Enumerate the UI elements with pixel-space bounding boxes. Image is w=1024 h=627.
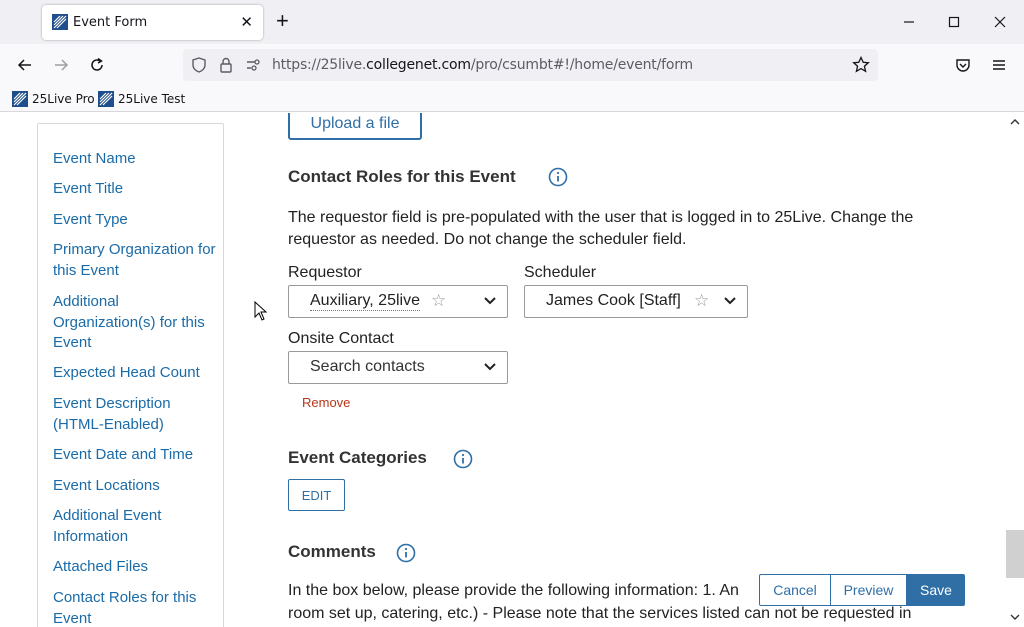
cancel-button[interactable]: Cancel: [759, 574, 831, 606]
reload-icon[interactable]: [85, 53, 109, 77]
info-icon[interactable]: [396, 543, 416, 563]
scroll-down-icon[interactable]: [1010, 613, 1020, 621]
sidebar-item-event-title[interactable]: Event Title: [53, 179, 218, 200]
sidebar-item-date-time[interactable]: Event Date and Time: [53, 445, 218, 466]
scroll-up-icon[interactable]: [1010, 118, 1020, 126]
forward-icon[interactable]: [49, 53, 73, 77]
form-action-bar: Cancel Preview Save: [759, 574, 965, 606]
info-icon[interactable]: [453, 449, 473, 469]
close-tab-icon[interactable]: ✕: [240, 13, 253, 31]
bookmark-label: 25Live Test: [118, 92, 186, 106]
tab-event-form[interactable]: Event Form ✕: [42, 5, 263, 40]
chevron-down-icon: [724, 297, 736, 305]
requestor-label: Requestor: [288, 264, 362, 281]
pocket-icon[interactable]: [951, 53, 975, 77]
form-section-nav: Event Name Event Title Event Type Primar…: [37, 123, 224, 627]
url-text: https://25live.collegenet.com/pro/csumbt…: [272, 57, 693, 73]
bookmark-star-icon[interactable]: [852, 56, 870, 74]
info-icon[interactable]: [548, 167, 568, 187]
upload-file-button[interactable]: Upload a file: [288, 113, 422, 140]
chevron-down-icon: [484, 363, 496, 371]
sidebar-item-event-name[interactable]: Event Name: [53, 149, 218, 170]
event-form-page: Event Name Event Title Event Type Primar…: [0, 113, 1024, 627]
tracking-protection-icon[interactable]: [191, 57, 207, 73]
favorite-star-icon[interactable]: ☆: [694, 291, 709, 311]
25live-logo-icon: [52, 14, 68, 30]
edit-categories-button[interactable]: EDIT: [288, 479, 345, 511]
save-button[interactable]: Save: [907, 574, 965, 606]
favorite-star-icon[interactable]: ☆: [431, 291, 446, 311]
new-tab-icon[interactable]: +: [276, 9, 289, 33]
sidebar-item-event-type[interactable]: Event Type: [53, 210, 218, 231]
minimize-icon[interactable]: [897, 10, 921, 34]
tab-title: Event Form: [73, 15, 148, 30]
sidebar-item-locations[interactable]: Event Locations: [53, 476, 218, 497]
event-categories-heading: Event Categories: [288, 448, 427, 467]
scheduler-select[interactable]: James Cook [Staff] ☆: [524, 285, 748, 318]
bookmark-label: 25Live Pro: [32, 92, 95, 106]
lock-icon[interactable]: [219, 57, 233, 73]
sidebar-item-additional-info[interactable]: Additional Event Information: [53, 506, 218, 547]
scheduler-value: James Cook [Staff]: [546, 292, 681, 309]
sidebar-item-primary-organization[interactable]: Primary Organization for this Event: [53, 240, 218, 281]
25live-logo-icon: [98, 91, 114, 107]
sidebar-item-attached-files[interactable]: Attached Files: [53, 557, 218, 578]
scheduler-label: Scheduler: [524, 264, 597, 281]
comments-heading: Comments: [288, 542, 376, 561]
sidebar-item-head-count[interactable]: Expected Head Count: [53, 363, 218, 384]
contact-roles-heading: Contact Roles for this Event: [288, 167, 516, 186]
chevron-down-icon: [484, 297, 496, 305]
remove-contact-link[interactable]: Remove: [302, 395, 350, 410]
menu-icon[interactable]: [987, 53, 1011, 77]
sidebar-item-event-description[interactable]: Event Description (HTML-Enabled): [53, 394, 218, 435]
close-window-icon[interactable]: [988, 10, 1012, 34]
bookmark-25live-pro[interactable]: 25Live Pro: [12, 91, 95, 107]
bookmarks-toolbar: 25Live Pro 25Live Test: [0, 86, 1024, 112]
bookmark-25live-test[interactable]: 25Live Test: [98, 91, 185, 107]
contact-roles-description: The requestor field is pre-populated wit…: [288, 209, 914, 248]
requestor-value: Auxiliary, 25live: [310, 292, 420, 311]
address-bar[interactable]: https://25live.collegenet.com/pro/csumbt…: [183, 49, 878, 81]
25live-logo-icon: [12, 91, 28, 107]
sidebar-item-contact-roles[interactable]: Contact Roles for this Event: [53, 588, 218, 627]
tab-strip: Event Form ✕ +: [0, 0, 1024, 44]
navigation-toolbar: https://25live.collegenet.com/pro/csumbt…: [0, 44, 1024, 86]
back-icon[interactable]: [13, 53, 37, 77]
scrollbar-thumb[interactable]: [1006, 530, 1024, 578]
preview-button[interactable]: Preview: [831, 574, 907, 606]
onsite-contact-label: Onsite Contact: [288, 330, 394, 347]
mouse-cursor-icon: [254, 301, 268, 321]
maximize-icon[interactable]: [942, 10, 966, 34]
onsite-contact-placeholder: Search contacts: [310, 358, 425, 375]
requestor-select[interactable]: Auxiliary, 25live ☆: [288, 285, 508, 318]
permissions-icon[interactable]: [245, 57, 261, 73]
sidebar-item-additional-organizations[interactable]: Additional Organization(s) for this Even…: [53, 292, 218, 354]
onsite-contact-select[interactable]: Search contacts: [288, 351, 508, 384]
